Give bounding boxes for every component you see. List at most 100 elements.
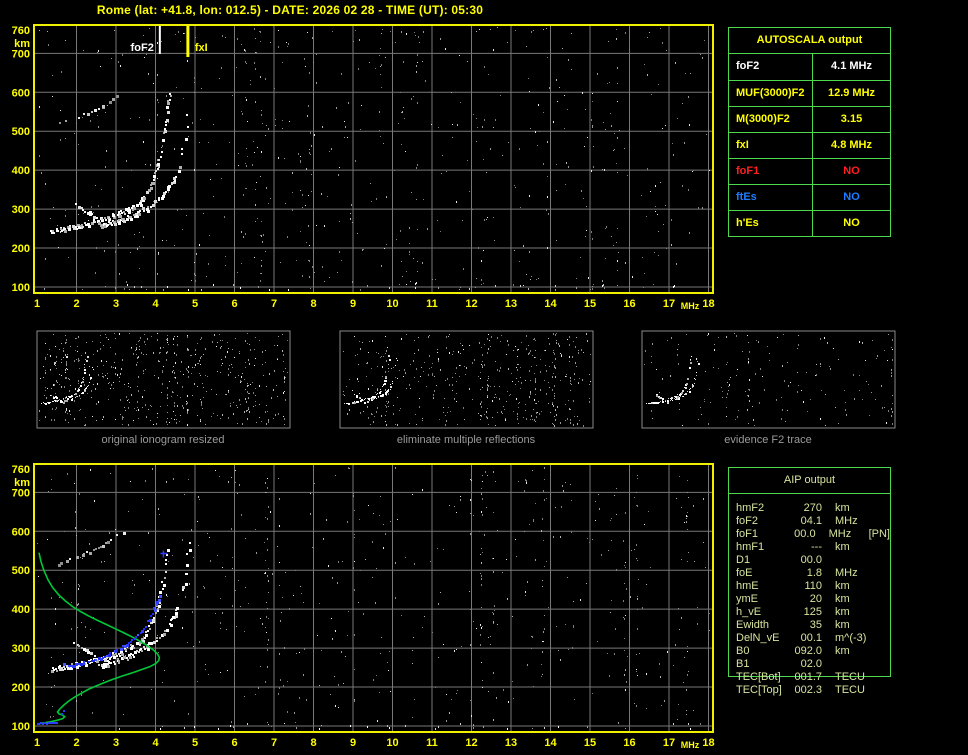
page-title: Rome (lat: +41.8, lon: 012.5) - DATE: 20… bbox=[0, 3, 580, 17]
aip-param-value: 00.1 bbox=[790, 632, 822, 645]
autoscala-param-value: NO bbox=[813, 211, 890, 236]
autoscala-param-value: 4.8 MHz bbox=[813, 133, 890, 158]
foF2-marker-label: foF2 bbox=[131, 42, 154, 54]
axis-label: 6 bbox=[231, 298, 237, 310]
axis-label: 10 bbox=[386, 737, 398, 749]
thumbnail-evidence-f2-trace bbox=[642, 331, 895, 428]
aip-param-value: 092.0 bbox=[790, 645, 822, 658]
autoscala-param-label: foF2 bbox=[729, 54, 813, 80]
aip-row-hmF2: hmF2270 km bbox=[736, 502, 890, 515]
aip-param-label: foF2 bbox=[736, 515, 790, 528]
axis-label: 7 bbox=[271, 737, 277, 749]
axis-label: 12 bbox=[465, 737, 477, 749]
bottom-ionogram-plot: 760700600500400300200100km12345678910111… bbox=[12, 464, 715, 750]
thumbnail-caption-2: eliminate multiple reflections bbox=[336, 434, 596, 446]
aip-row-TEC[Top]: TEC[Top]002.3TECU bbox=[736, 684, 890, 697]
autoscala-param-label: ftEs bbox=[729, 185, 813, 210]
axis-label: 300 bbox=[12, 204, 30, 216]
aip-param-unit: km bbox=[835, 502, 875, 515]
aip-param-value: 270 bbox=[790, 502, 822, 515]
axis-label: 700 bbox=[12, 487, 30, 499]
top-ionogram-plot: 760700600500400300200100km12345678910111… bbox=[12, 25, 715, 311]
aip-row-ymE: ymE20km bbox=[736, 593, 890, 606]
axis-label: 400 bbox=[12, 165, 30, 177]
axis-label: 3 bbox=[113, 737, 119, 749]
axis-label: 500 bbox=[12, 126, 30, 138]
aip-row-B0: B0092.0 km bbox=[736, 645, 890, 658]
aip-param-value: 20 bbox=[790, 593, 822, 606]
aip-param-unit: MHz bbox=[835, 515, 875, 528]
aip-row-Ewidth: Ewidth35km bbox=[736, 619, 890, 632]
axis-label: 1 bbox=[34, 298, 40, 310]
thumbnail-original-ionogram bbox=[37, 331, 290, 428]
thumbnail-eliminate-reflections bbox=[340, 331, 593, 428]
autoscala-row-fxI: fxI4.8 MHz bbox=[729, 132, 890, 158]
axis-label: 14 bbox=[544, 737, 557, 749]
axis-label: 2 bbox=[73, 737, 79, 749]
aip-param-unit: km bbox=[835, 619, 875, 632]
aip-param-note: [PN] bbox=[869, 528, 890, 541]
aip-param-label: B1 bbox=[736, 658, 790, 671]
aip-param-label: hmE bbox=[736, 580, 790, 593]
axis-label: 9 bbox=[350, 298, 356, 310]
autoscala-row-MUF(3000)F2: MUF(3000)F212.9 MHz bbox=[729, 80, 890, 106]
aip-param-unit: km bbox=[835, 580, 875, 593]
axis-label: 15 bbox=[584, 737, 596, 749]
aip-param-unit: TECU bbox=[835, 684, 875, 697]
aip-row-hmF1: hmF1---km bbox=[736, 541, 890, 554]
aip-param-value: --- bbox=[790, 541, 822, 554]
axis-label: 11 bbox=[426, 737, 438, 749]
aip-row-hmE: hmE110km bbox=[736, 580, 890, 593]
aip-param-unit: MHz bbox=[829, 528, 869, 541]
aip-row-DelN_vE: DelN_vE00.1m^(-3) bbox=[736, 632, 890, 645]
aip-param-unit: km bbox=[835, 645, 875, 658]
autoscala-param-value: NO bbox=[813, 159, 890, 184]
aip-param-label: h_vE bbox=[736, 606, 790, 619]
x-axis-unit-label: MHz bbox=[681, 301, 700, 311]
aip-row-TEC[Bot]: TEC[Bot]001.7TECU bbox=[736, 671, 890, 684]
aip-param-label: D1 bbox=[736, 554, 790, 567]
autoscala-param-value: 12.9 MHz bbox=[813, 81, 890, 106]
autoscala-row-ftEs: ftEsNO bbox=[729, 184, 890, 210]
axis-label: 6 bbox=[231, 737, 237, 749]
aip-output-table: AIP output hmF2270kmfoF204.1MHzfoF100.0M… bbox=[728, 467, 891, 677]
aip-param-value: 02.0 bbox=[790, 658, 822, 671]
axis-label: 8 bbox=[310, 298, 316, 310]
aip-param-unit bbox=[835, 554, 875, 567]
axis-label: 500 bbox=[12, 565, 30, 577]
aip-row-D1: D100.0 bbox=[736, 554, 890, 567]
aip-row-foE: foE1.8MHz bbox=[736, 567, 890, 580]
axis-label: 10 bbox=[386, 298, 398, 310]
aip-param-unit: km bbox=[835, 606, 875, 619]
aip-param-value: 125 bbox=[790, 606, 822, 619]
aip-table-title: AIP output bbox=[729, 468, 890, 494]
axis-label: 14 bbox=[544, 298, 557, 310]
autoscala-window: 760700600500400300200100km12345678910111… bbox=[0, 0, 968, 755]
axis-label: 18 bbox=[702, 737, 714, 749]
aip-param-label: DelN_vE bbox=[736, 632, 790, 645]
aip-param-label: hmF1 bbox=[736, 541, 790, 554]
aip-param-label: ymE bbox=[736, 593, 790, 606]
aip-param-value: 1.8 bbox=[790, 567, 822, 580]
autoscala-param-label: foF1 bbox=[729, 159, 813, 184]
aip-param-value: 00.0 bbox=[786, 528, 816, 541]
axis-label: 600 bbox=[12, 87, 30, 99]
autoscala-param-value: 3.15 bbox=[813, 107, 890, 132]
axis-label: 4 bbox=[152, 737, 159, 749]
axis-label: 7 bbox=[271, 298, 277, 310]
aip-param-unit: TECU bbox=[835, 671, 875, 684]
axis-label: 200 bbox=[12, 243, 30, 255]
autoscala-row-M(3000)F2: M(3000)F23.15 bbox=[729, 106, 890, 132]
aip-param-value: 001.7 bbox=[790, 671, 822, 684]
aip-param-label: foF1 bbox=[736, 528, 786, 541]
autoscala-table-title: AUTOSCALA output bbox=[729, 28, 890, 54]
axis-label: 3 bbox=[113, 298, 119, 310]
aip-param-label: hmF2 bbox=[736, 502, 790, 515]
axis-label: 13 bbox=[505, 298, 517, 310]
aip-table-rows: hmF2270kmfoF204.1MHzfoF100.0MHz[PN]hmF1-… bbox=[729, 494, 890, 697]
aip-param-label: B0 bbox=[736, 645, 790, 658]
axis-label: 11 bbox=[426, 298, 438, 310]
fxI-marker-label: fxI bbox=[195, 42, 208, 54]
autoscala-row-foF1: foF1NO bbox=[729, 158, 890, 184]
autoscala-row-h'Es: h'EsNO bbox=[729, 210, 890, 236]
